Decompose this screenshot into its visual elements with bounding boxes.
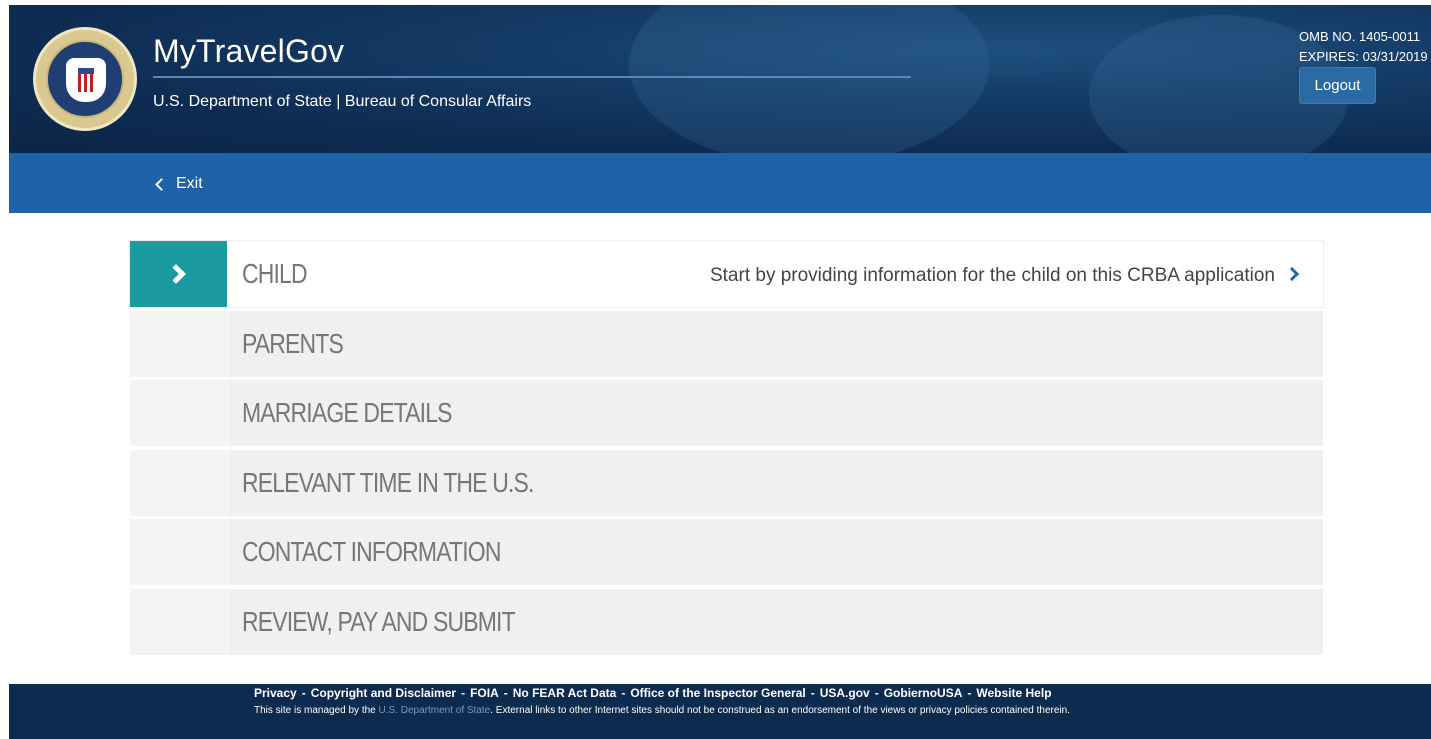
step-parents[interactable]: PARENTS bbox=[130, 310, 1323, 377]
footer-link-copyright[interactable]: Copyright and Disclaimer bbox=[311, 686, 456, 700]
omb-expires: EXPIRES: 03/31/2019 bbox=[1299, 49, 1428, 64]
chevron-right-icon[interactable] bbox=[1284, 266, 1300, 282]
step-relevant-time[interactable]: RELEVANT TIME IN THE U.S. bbox=[130, 449, 1323, 516]
step-label: REVIEW, PAY AND SUBMIT bbox=[241, 605, 516, 637]
step-label: CHILD bbox=[241, 258, 308, 289]
step-marker bbox=[130, 519, 228, 585]
footer-disclaimer: This site is managed by the U.S. Departm… bbox=[254, 705, 1070, 716]
site-title[interactable]: MyTravelGov bbox=[153, 33, 344, 70]
step-marker bbox=[130, 588, 228, 655]
step-marriage-details[interactable]: MARRIAGE DETAILS bbox=[130, 380, 1323, 446]
footer-link-usa-gov[interactable]: USA.gov bbox=[820, 686, 870, 700]
footer-note-suffix: . External links to other Internet sites… bbox=[490, 705, 1070, 716]
state-department-seal-icon bbox=[33, 27, 137, 131]
step-review-pay-submit[interactable]: REVIEW, PAY AND SUBMIT bbox=[130, 588, 1323, 655]
footer-link-gobierno-usa[interactable]: GobiernoUSA bbox=[884, 686, 963, 700]
logout-button[interactable]: Logout bbox=[1299, 67, 1376, 104]
site-subtitle: U.S. Department of State | Bureau of Con… bbox=[153, 93, 532, 110]
site-footer: Privacy - Copyright and Disclaimer - FOIA - No… bbox=[9, 684, 1431, 739]
eagle-icon bbox=[66, 58, 106, 102]
title-divider bbox=[153, 76, 911, 78]
exit-link[interactable]: Exit bbox=[153, 175, 203, 193]
step-label: PARENTS bbox=[241, 327, 344, 359]
site-header: MyTravelGov U.S. Department of State | B… bbox=[9, 5, 1431, 153]
chevron-left-icon bbox=[155, 177, 168, 191]
step-label: CONTACT INFORMATION bbox=[241, 536, 501, 567]
footer-link-foia[interactable]: FOIA bbox=[470, 686, 499, 700]
sub-navigation-bar: Exit bbox=[9, 153, 1431, 213]
footer-link-privacy[interactable]: Privacy bbox=[254, 686, 297, 700]
footer-link-website-help[interactable]: Website Help bbox=[976, 686, 1051, 700]
footer-link-inspector-general[interactable]: Office of the Inspector General bbox=[630, 686, 805, 700]
step-child[interactable]: CHILD Start by providing information for… bbox=[130, 241, 1323, 307]
step-marker bbox=[130, 310, 228, 377]
footer-state-link[interactable]: U.S. Department of State bbox=[379, 705, 491, 716]
step-marker bbox=[130, 380, 228, 446]
chevron-right-icon bbox=[165, 264, 186, 284]
step-label: RELEVANT TIME IN THE U.S. bbox=[241, 466, 534, 498]
footer-note-prefix: This site is managed by the bbox=[254, 705, 376, 716]
active-step-marker bbox=[130, 241, 228, 307]
step-hint[interactable]: Start by providing information for the c… bbox=[710, 265, 1275, 287]
exit-label: Exit bbox=[176, 175, 203, 192]
omb-info: OMB NO. 1405-0011 EXPIRES: 03/31/2019 bbox=[1299, 27, 1428, 67]
footer-link-no-fear[interactable]: No FEAR Act Data bbox=[513, 686, 617, 700]
world-map-background bbox=[629, 5, 989, 153]
step-marker bbox=[130, 449, 228, 516]
footer-links: Privacy - Copyright and Disclaimer - FOIA - No… bbox=[254, 686, 1052, 700]
omb-number: OMB NO. 1405-0011 bbox=[1299, 29, 1421, 44]
step-label: MARRIAGE DETAILS bbox=[241, 397, 453, 428]
step-contact-information[interactable]: CONTACT INFORMATION bbox=[130, 519, 1323, 585]
application-steps: CHILD Start by providing information for… bbox=[130, 241, 1323, 658]
